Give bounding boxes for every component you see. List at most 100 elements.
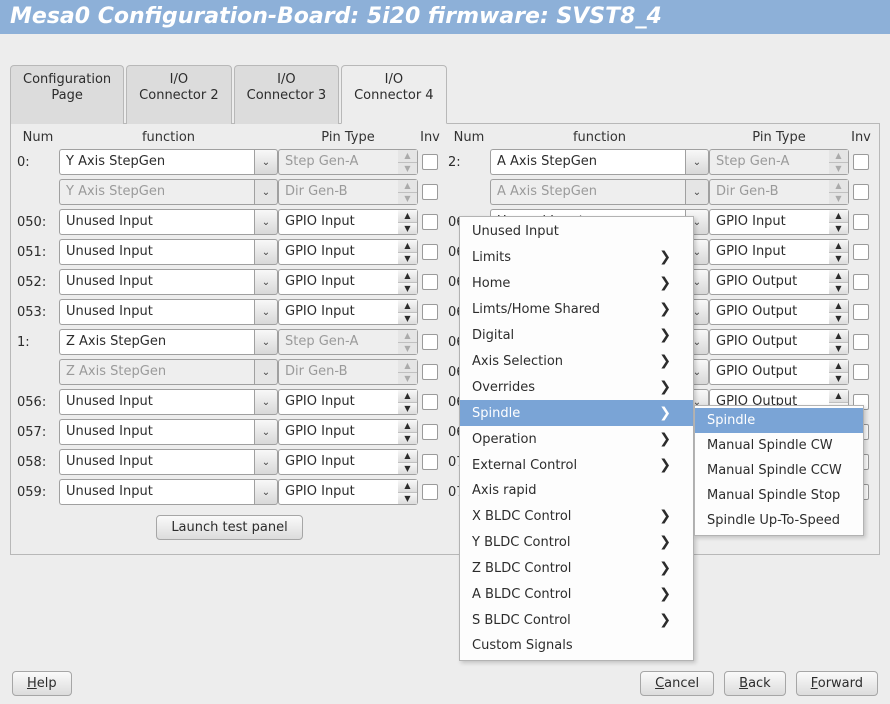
menu-item[interactable]: Limts/Home Shared❯ <box>460 296 693 322</box>
menu-item[interactable]: Home❯ <box>460 270 693 296</box>
inv-checkbox[interactable] <box>853 214 869 230</box>
inv-checkbox[interactable] <box>853 184 869 200</box>
function-combobox[interactable]: Unused Input <box>59 449 254 475</box>
pintype-combobox[interactable]: GPIO Output <box>709 299 829 325</box>
menu-item[interactable]: Custom Signals <box>460 633 693 658</box>
inv-checkbox[interactable] <box>853 364 869 380</box>
menu-item[interactable]: Digital❯ <box>460 322 693 348</box>
submenu-item[interactable]: Manual Spindle Stop <box>695 483 863 508</box>
forward-button[interactable]: Forward <box>796 671 878 696</box>
menu-item[interactable]: Operation❯ <box>460 426 693 452</box>
function-combobox-button[interactable]: ⌄ <box>254 269 278 295</box>
function-combobox-button[interactable]: ⌄ <box>254 389 278 415</box>
function-combobox[interactable]: Unused Input <box>59 299 254 325</box>
tab-io-connector-4[interactable]: I/O Connector 4 <box>341 65 446 124</box>
pintype-spinner[interactable]: ▲▼ <box>829 269 849 295</box>
function-combobox[interactable]: A Axis StepGen <box>490 149 685 175</box>
pintype-spinner[interactable]: ▲▼ <box>829 329 849 355</box>
pintype-combobox[interactable]: GPIO Input <box>278 299 398 325</box>
pintype-combobox[interactable]: GPIO Input <box>278 239 398 265</box>
inv-checkbox[interactable] <box>422 394 438 410</box>
function-combobox-button[interactable]: ⌄ <box>254 209 278 235</box>
menu-item[interactable]: Axis rapid <box>460 478 693 503</box>
function-combobox-button[interactable]: ⌄ <box>254 299 278 325</box>
function-combobox[interactable]: Unused Input <box>59 239 254 265</box>
pintype-spinner[interactable]: ▲▼ <box>829 299 849 325</box>
menu-item[interactable]: Spindle❯ <box>460 400 693 426</box>
pintype-spinner[interactable]: ▲▼ <box>398 479 418 505</box>
pintype-spinner[interactable]: ▲▼ <box>829 209 849 235</box>
inv-checkbox[interactable] <box>422 364 438 380</box>
pintype-spinner[interactable]: ▲▼ <box>398 269 418 295</box>
function-combobox[interactable]: Unused Input <box>59 269 254 295</box>
pintype-combobox[interactable]: GPIO Input <box>278 389 398 415</box>
inv-checkbox[interactable] <box>853 154 869 170</box>
inv-checkbox[interactable] <box>853 274 869 290</box>
pintype-combobox[interactable]: GPIO Input <box>278 419 398 445</box>
submenu-item[interactable]: Manual Spindle CW <box>695 433 863 458</box>
pintype-combobox[interactable]: GPIO Input <box>278 209 398 235</box>
pintype-spinner[interactable]: ▲▼ <box>398 299 418 325</box>
submenu-item[interactable]: Spindle Up-To-Speed <box>695 508 863 533</box>
tab-io-connector-3[interactable]: I/O Connector 3 <box>234 65 339 124</box>
function-combobox-button[interactable]: ⌄ <box>254 149 278 175</box>
inv-checkbox[interactable] <box>853 334 869 350</box>
pintype-spinner[interactable]: ▲▼ <box>398 419 418 445</box>
pintype-combobox[interactable]: GPIO Input <box>709 239 829 265</box>
menu-item[interactable]: Unused Input <box>460 219 693 244</box>
inv-checkbox[interactable] <box>422 424 438 440</box>
back-button[interactable]: Back <box>724 671 786 696</box>
menu-item[interactable]: A BLDC Control❯ <box>460 581 693 607</box>
menu-item[interactable]: Z BLDC Control❯ <box>460 555 693 581</box>
inv-checkbox[interactable] <box>422 244 438 260</box>
inv-checkbox[interactable] <box>853 304 869 320</box>
pintype-spinner[interactable]: ▲▼ <box>829 359 849 385</box>
function-dropdown-submenu[interactable]: SpindleManual Spindle CWManual Spindle C… <box>694 405 864 536</box>
menu-item[interactable]: Y BLDC Control❯ <box>460 529 693 555</box>
inv-checkbox[interactable] <box>422 184 438 200</box>
function-combobox-button[interactable]: ⌄ <box>254 479 278 505</box>
inv-checkbox[interactable] <box>422 454 438 470</box>
function-combobox[interactable]: Unused Input <box>59 209 254 235</box>
function-combobox-button[interactable]: ⌄ <box>254 419 278 445</box>
launch-test-panel-button[interactable]: Launch test panel <box>156 515 302 540</box>
pintype-spinner[interactable]: ▲▼ <box>829 239 849 265</box>
function-combobox-button[interactable]: ⌄ <box>685 149 709 175</box>
cancel-button[interactable]: Cancel <box>640 671 714 696</box>
menu-item[interactable]: S BLDC Control❯ <box>460 607 693 633</box>
function-combobox-button[interactable]: ⌄ <box>254 449 278 475</box>
function-dropdown-menu[interactable]: Unused InputLimits❯Home❯Limts/Home Share… <box>459 216 694 661</box>
help-button[interactable]: Help <box>12 671 72 696</box>
menu-item[interactable]: X BLDC Control❯ <box>460 503 693 529</box>
tab-config-page[interactable]: Configuration Page <box>10 65 124 124</box>
inv-checkbox[interactable] <box>422 484 438 500</box>
function-combobox[interactable]: Z Axis StepGen <box>59 329 254 355</box>
function-combobox[interactable]: Unused Input <box>59 419 254 445</box>
pintype-spinner[interactable]: ▲▼ <box>398 389 418 415</box>
menu-item[interactable]: Overrides❯ <box>460 374 693 400</box>
function-combobox[interactable]: Unused Input <box>59 389 254 415</box>
inv-checkbox[interactable] <box>422 214 438 230</box>
pintype-spinner[interactable]: ▲▼ <box>398 239 418 265</box>
pintype-combobox[interactable]: GPIO Output <box>709 269 829 295</box>
inv-checkbox[interactable] <box>853 244 869 260</box>
inv-checkbox[interactable] <box>422 154 438 170</box>
pintype-combobox[interactable]: GPIO Input <box>278 479 398 505</box>
tab-io-connector-2[interactable]: I/O Connector 2 <box>126 65 231 124</box>
menu-item[interactable]: Limits❯ <box>460 244 693 270</box>
pintype-combobox[interactable]: GPIO Output <box>709 359 829 385</box>
pintype-spinner[interactable]: ▲▼ <box>398 449 418 475</box>
pintype-combobox[interactable]: GPIO Input <box>278 269 398 295</box>
inv-checkbox[interactable] <box>422 304 438 320</box>
pintype-combobox[interactable]: GPIO Input <box>278 449 398 475</box>
pintype-combobox[interactable]: GPIO Input <box>709 209 829 235</box>
function-combobox[interactable]: Unused Input <box>59 479 254 505</box>
function-combobox-button[interactable]: ⌄ <box>254 329 278 355</box>
submenu-item[interactable]: Manual Spindle CCW <box>695 458 863 483</box>
pintype-spinner[interactable]: ▲▼ <box>398 209 418 235</box>
pintype-combobox[interactable]: GPIO Output <box>709 329 829 355</box>
function-combobox[interactable]: Y Axis StepGen <box>59 149 254 175</box>
submenu-item[interactable]: Spindle <box>695 408 863 433</box>
menu-item[interactable]: Axis Selection❯ <box>460 348 693 374</box>
menu-item[interactable]: External Control❯ <box>460 452 693 478</box>
